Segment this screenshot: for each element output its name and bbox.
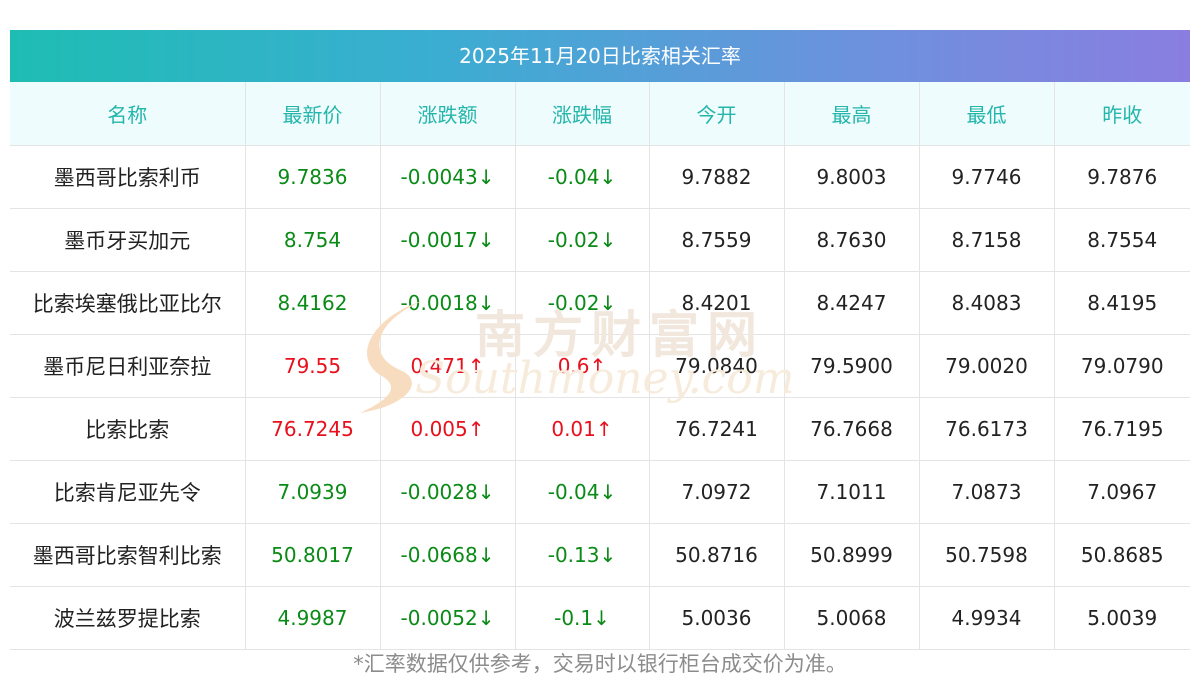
cell-latest: 50.8017 (245, 523, 381, 587)
header-prev-close: 昨收 (1054, 82, 1190, 146)
cell-latest: 76.7245 (245, 397, 381, 461)
cell-latest: 7.0939 (245, 460, 381, 524)
cell-open: 50.8716 (649, 523, 785, 587)
cell-change: -0.0028↓ (380, 460, 516, 524)
cell-change-pct: -0.1↓ (515, 586, 650, 650)
cell-name: 比索埃塞俄比亚比尔 (10, 271, 246, 335)
cell-change: -0.0043↓ (380, 145, 516, 209)
cell-change-pct: -0.02↓ (515, 208, 650, 272)
cell-prev-close: 79.0790 (1054, 334, 1190, 398)
rate-table-panel: 2025年11月20日比索相关汇率 名称 最新价 涨跌额 涨跌幅 今开 最高 最… (10, 30, 1190, 650)
cell-name: 墨西哥比索智利比索 (10, 523, 246, 587)
cell-high: 7.1011 (784, 460, 920, 524)
cell-change: 0.471↑ (380, 334, 516, 398)
cell-high: 76.7668 (784, 397, 920, 461)
cell-high: 8.4247 (784, 271, 920, 335)
cell-name: 比索比索 (10, 397, 246, 461)
cell-open: 8.7559 (649, 208, 785, 272)
footnote: *汇率数据仅供参考，交易时以银行柜台成交价为准。 (353, 652, 847, 676)
cell-latest: 9.7836 (245, 145, 381, 209)
cell-open: 7.0972 (649, 460, 785, 524)
cell-low: 7.0873 (919, 460, 1055, 524)
cell-prev-close: 5.0039 (1054, 586, 1190, 650)
cell-change-pct: -0.13↓ (515, 523, 650, 587)
header-open: 今开 (649, 82, 785, 146)
cell-high: 5.0068 (784, 586, 920, 650)
table-row: 墨币尼日利亚奈拉 79.55 0.471↑ 0.6↑ 79.0840 79.5900 79.… (10, 334, 1190, 398)
table-row: 比索埃塞俄比亚比尔 8.4162 -0.0018↓ -0.02↓ 8.4201 8.424… (10, 271, 1190, 335)
cell-low: 79.0020 (919, 334, 1055, 398)
cell-low: 8.7158 (919, 208, 1055, 272)
cell-high: 9.8003 (784, 145, 920, 209)
cell-prev-close: 9.7876 (1054, 145, 1190, 209)
cell-change-pct: 0.6↑ (515, 334, 650, 398)
header-low: 最低 (919, 82, 1055, 146)
cell-open: 9.7882 (649, 145, 785, 209)
cell-low: 4.9934 (919, 586, 1055, 650)
cell-low: 8.4083 (919, 271, 1055, 335)
cell-prev-close: 50.8685 (1054, 523, 1190, 587)
cell-low: 9.7746 (919, 145, 1055, 209)
cell-change: -0.0668↓ (380, 523, 516, 587)
table-row: 墨币牙买加元 8.754 -0.0017↓ -0.02↓ 8.7559 8.7630 8.7… (10, 208, 1190, 272)
table-row: 比索比索 76.7245 0.005↑ 0.01↑ 76.7241 76.7668 76.6… (10, 397, 1190, 461)
cell-latest: 8.4162 (245, 271, 381, 335)
header-change: 涨跌额 (380, 82, 516, 146)
header-high: 最高 (784, 82, 920, 146)
cell-latest: 79.55 (245, 334, 381, 398)
cell-latest: 4.9987 (245, 586, 381, 650)
cell-prev-close: 8.7554 (1054, 208, 1190, 272)
cell-low: 50.7598 (919, 523, 1055, 587)
cell-name: 波兰兹罗提比索 (10, 586, 246, 650)
cell-change: -0.0017↓ (380, 208, 516, 272)
header-row: 名称 最新价 涨跌额 涨跌幅 今开 最高 最低 昨收 (10, 82, 1190, 146)
table-row: 波兰兹罗提比索 4.9987 -0.0052↓ -0.1↓ 5.0036 5.0068 4.… (10, 586, 1190, 650)
table-row: 墨西哥比索利币 9.7836 -0.0043↓ -0.04↓ 9.7882 9.8003 9… (10, 145, 1190, 209)
header-change-pct: 涨跌幅 (515, 82, 650, 146)
cell-prev-close: 8.4195 (1054, 271, 1190, 335)
cell-change: -0.0052↓ (380, 586, 516, 650)
cell-change-pct: 0.01↑ (515, 397, 650, 461)
cell-open: 8.4201 (649, 271, 785, 335)
header-latest: 最新价 (245, 82, 381, 146)
cell-prev-close: 76.7195 (1054, 397, 1190, 461)
cell-high: 50.8999 (784, 523, 920, 587)
cell-name: 墨西哥比索利币 (10, 145, 246, 209)
cell-low: 76.6173 (919, 397, 1055, 461)
cell-change: -0.0018↓ (380, 271, 516, 335)
table-title: 2025年11月20日比索相关汇率 (10, 30, 1190, 82)
cell-name: 墨币牙买加元 (10, 208, 246, 272)
cell-name: 比索肯尼亚先令 (10, 460, 246, 524)
table-row: 比索肯尼亚先令 7.0939 -0.0028↓ -0.04↓ 7.0972 7.1011 7… (10, 460, 1190, 524)
cell-change-pct: -0.02↓ (515, 271, 650, 335)
cell-name: 墨币尼日利亚奈拉 (10, 334, 246, 398)
cell-change: 0.005↑ (380, 397, 516, 461)
cell-open: 79.0840 (649, 334, 785, 398)
cell-high: 8.7630 (784, 208, 920, 272)
cell-open: 76.7241 (649, 397, 785, 461)
cell-latest: 8.754 (245, 208, 381, 272)
cell-open: 5.0036 (649, 586, 785, 650)
exchange-rate-table: 名称 最新价 涨跌额 涨跌幅 今开 最高 最低 昨收 墨西哥比索利币 9.7836… (10, 82, 1190, 650)
cell-change-pct: -0.04↓ (515, 145, 650, 209)
table-row: 墨西哥比索智利比索 50.8017 -0.0668↓ -0.13↓ 50.8716 50.… (10, 523, 1190, 587)
header-name: 名称 (10, 82, 246, 146)
cell-prev-close: 7.0967 (1054, 460, 1190, 524)
cell-change-pct: -0.04↓ (515, 460, 650, 524)
cell-high: 79.5900 (784, 334, 920, 398)
